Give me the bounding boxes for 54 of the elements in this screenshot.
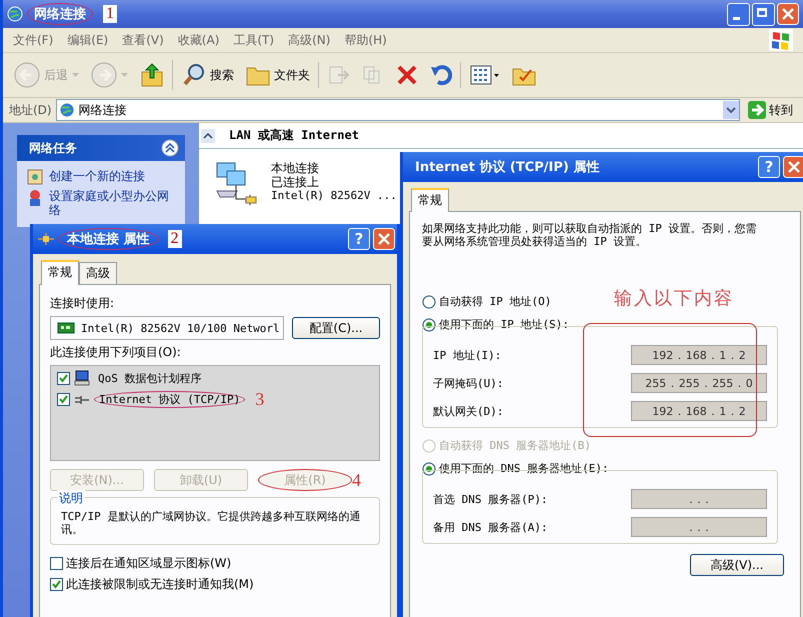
description-text: TCP/IP 是默认的广域网协议。它提供跨越多种互联网络的通讯。 bbox=[61, 510, 362, 536]
ip-address-field[interactable]: 255 . 255 . 255 . 0 bbox=[631, 373, 767, 393]
menu-item[interactable]: 高级(N) bbox=[288, 32, 330, 48]
dialog-title: Internet 协议 (TCP/IP) 属性 bbox=[414, 158, 600, 177]
annotation-number: 3 bbox=[255, 389, 264, 410]
ip-address-field[interactable]: 192 . 168 . 1 . 2 bbox=[631, 401, 767, 421]
annotation-number: 4 bbox=[352, 470, 361, 490]
adapter-field: Intel(R) 82562V 10/100 Networl bbox=[50, 316, 284, 340]
checkbox-label[interactable]: 此连接被限制或无连接时通知我(M) bbox=[66, 576, 254, 593]
task-link[interactable]: 设置家庭或小型办公网络 bbox=[49, 189, 169, 217]
field-label: 此连接使用下列项目(O): bbox=[50, 344, 182, 361]
tab[interactable]: 高级 bbox=[79, 262, 117, 284]
intro-text: 如果网络支持此功能，则可以获取自动指派的 IP 设置。否则，您需要从网络系统管理员处获得适当的 IP 设置。 bbox=[422, 222, 758, 248]
menu-item[interactable]: 文件(F) bbox=[13, 32, 54, 48]
ip-address-field[interactable]: 192 . 168 . 1 . 2 bbox=[631, 345, 767, 365]
dialog-title: 本地连接 属性 bbox=[58, 228, 159, 250]
field-label: 默认网关(D): bbox=[433, 404, 504, 418]
go-button[interactable]: 转到 bbox=[769, 102, 793, 118]
tab[interactable]: 常规 bbox=[411, 188, 449, 212]
checkbox-label[interactable]: 连接后在通知区域显示图标(W) bbox=[66, 555, 232, 572]
toolbar-button-label[interactable]: 搜索 bbox=[210, 66, 234, 84]
radio-label[interactable]: 自动获得 IP 地址(O) bbox=[439, 294, 552, 309]
annotation-number: 2 bbox=[168, 230, 182, 248]
field-label: 子网掩码(U): bbox=[433, 376, 504, 390]
field-label: 备用 DNS 服务器(A): bbox=[433, 520, 548, 534]
connection-status: 已连接上 bbox=[271, 175, 320, 189]
field-label: IP 地址(I): bbox=[433, 348, 502, 362]
connection-device: Intel(R) 82562V ... bbox=[271, 189, 397, 203]
menu-item[interactable]: 帮助(H) bbox=[344, 32, 387, 48]
configure-button[interactable]: 配置(C)... bbox=[292, 317, 380, 339]
toolbar-button-label[interactable]: 文件夹 bbox=[274, 66, 310, 84]
ip-address-field[interactable]: . . . bbox=[631, 489, 767, 509]
task-panel-title: 网络任务 bbox=[29, 140, 77, 156]
menu-item[interactable]: 收藏(A) bbox=[178, 32, 220, 48]
menu-item[interactable]: 工具(T) bbox=[233, 32, 274, 48]
tab[interactable]: 常规 bbox=[41, 260, 79, 285]
address-label: 地址(D) bbox=[9, 102, 52, 118]
annotation-number: 1 bbox=[103, 5, 117, 23]
help-button[interactable]: ? bbox=[758, 156, 780, 178]
advanced-button[interactable]: 高级(V)... bbox=[690, 554, 784, 576]
group-title: 说明 bbox=[57, 490, 85, 507]
component-label[interactable]: Internet 协议 (TCP/IP) bbox=[94, 391, 246, 408]
component-label[interactable]: QoS 数据包计划程序 bbox=[94, 370, 206, 386]
menu-item[interactable]: 查看(V) bbox=[122, 32, 164, 48]
menu-item[interactable]: 编辑(E) bbox=[67, 32, 108, 48]
address-field[interactable]: 网络连接 bbox=[56, 99, 740, 121]
field-label: 首选 DNS 服务器(P): bbox=[433, 492, 548, 506]
window-title: 网络连接 bbox=[27, 3, 93, 25]
help-button[interactable]: ? bbox=[348, 228, 370, 250]
task-link[interactable]: 创建一个新的连接 bbox=[49, 169, 169, 183]
ip-address-field[interactable]: . . . bbox=[631, 517, 767, 537]
field-label: 连接时使用: bbox=[50, 295, 116, 312]
group-heading: LAN 或高速 Internet bbox=[229, 127, 359, 144]
connection-name[interactable]: 本地连接 bbox=[271, 161, 397, 175]
